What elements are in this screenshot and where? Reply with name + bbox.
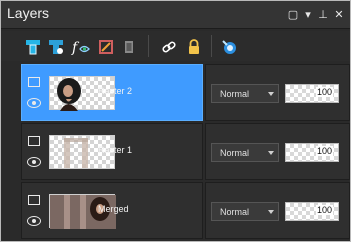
pin-icon[interactable]: ⊥: [316, 8, 330, 22]
layer-name: Merged: [98, 204, 129, 214]
layer-controls: Normal 100: [205, 123, 350, 180]
opacity-field[interactable]: 100: [285, 143, 339, 162]
panel-title: Layers: [7, 5, 50, 21]
blend-mode-dropdown[interactable]: Normal: [211, 143, 279, 162]
layer-row-merged[interactable]: Merged Normal 100: [1, 182, 350, 239]
blend-mode-value: Normal: [220, 89, 250, 99]
chevron-down-icon: [268, 210, 274, 214]
layer-name: Raster 1: [98, 145, 133, 155]
toolbar-separator: [211, 35, 212, 57]
layer-header[interactable]: Merged: [21, 182, 203, 239]
restore-icon[interactable]: ▢: [286, 8, 300, 22]
blend-mode-value: Normal: [220, 207, 250, 217]
new-raster-layer-icon[interactable]: [23, 37, 43, 57]
opacity-value: 100: [315, 146, 333, 156]
opacity-value: 100: [315, 87, 333, 97]
close-icon[interactable]: ✕: [332, 8, 346, 22]
fx-layer-icon[interactable]: f: [71, 37, 91, 57]
layers-panel: Layers ▢ ▾ ⊥ ✕ f Raster 2 Normal 100 Ras…: [0, 0, 351, 242]
dropdown-icon[interactable]: ▾: [301, 8, 315, 22]
blend-mode-value: Normal: [220, 148, 250, 158]
new-vector-layer-icon[interactable]: [46, 37, 66, 57]
adjustment-layer-icon[interactable]: [96, 37, 116, 57]
chevron-down-icon: [268, 92, 274, 96]
layer-controls: Normal 100: [205, 64, 350, 121]
layer-controls: Normal 100: [205, 182, 350, 239]
blend-mode-dropdown[interactable]: Normal: [211, 84, 279, 103]
lock-layer-icon[interactable]: [184, 37, 204, 57]
panel-titlebar[interactable]: Layers ▢ ▾ ⊥ ✕: [1, 1, 350, 29]
blend-mode-dropdown[interactable]: Normal: [211, 202, 279, 221]
opacity-value: 100: [315, 205, 333, 215]
layer-header[interactable]: Raster 1: [21, 123, 203, 180]
duplicate-layer-icon[interactable]: [119, 37, 139, 57]
toolbar-separator: [148, 35, 149, 57]
layer-group-icon[interactable]: [28, 77, 40, 87]
layer-name: Raster 2: [98, 86, 133, 96]
layer-properties-icon[interactable]: [219, 37, 239, 57]
link-layers-icon[interactable]: [159, 37, 179, 57]
layer-row-raster-1[interactable]: Raster 1 Normal 100: [1, 123, 350, 180]
layer-group-icon[interactable]: [28, 136, 40, 146]
layers-list: Raster 2 Normal 100 Raster 1 Normal 100 …: [1, 61, 350, 241]
layer-row-raster-2[interactable]: Raster 2 Normal 100: [1, 64, 350, 121]
chevron-down-icon: [268, 151, 274, 155]
layer-header[interactable]: Raster 2: [21, 64, 203, 121]
visibility-eye-icon[interactable]: [27, 98, 41, 108]
visibility-eye-icon[interactable]: [27, 157, 41, 167]
visibility-eye-icon[interactable]: [27, 216, 41, 226]
layer-group-icon[interactable]: [28, 195, 40, 205]
opacity-field[interactable]: 100: [285, 84, 339, 103]
layers-toolbar: f: [1, 31, 350, 61]
opacity-field[interactable]: 100: [285, 202, 339, 221]
svg-text:f: f: [71, 40, 80, 56]
